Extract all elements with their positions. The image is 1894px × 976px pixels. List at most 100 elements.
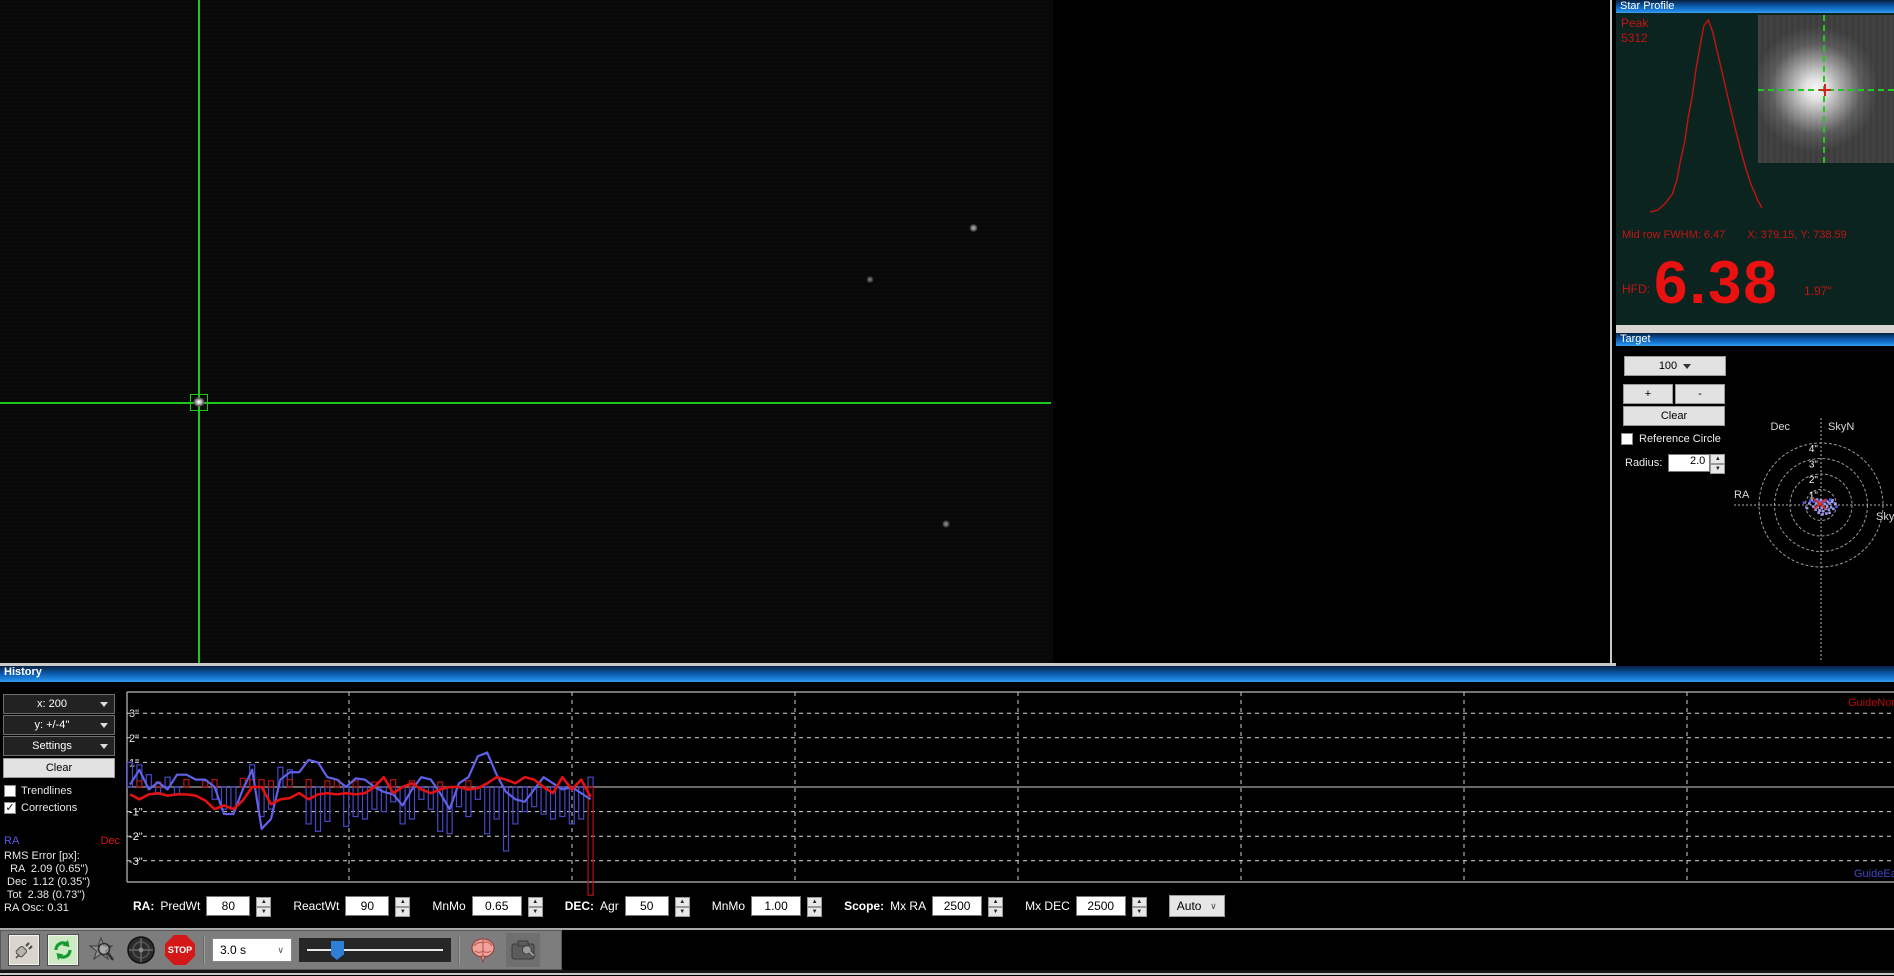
- mxdec-spinner[interactable]: ▲ ▼: [1131, 897, 1147, 917]
- camera-settings-button[interactable]: [506, 933, 540, 967]
- star-selection-box[interactable]: [190, 394, 208, 411]
- history-settings-label: Settings: [32, 740, 72, 752]
- reactwt-spinner[interactable]: ▲ ▼: [395, 897, 411, 917]
- target-panel: Target 100 + - Clear Reference Circle Ra…: [1616, 333, 1894, 663]
- mxdec-input[interactable]: 2500: [1075, 896, 1126, 916]
- chevron-down-icon: ∨: [1210, 900, 1217, 911]
- panel-gap-strip: [1616, 325, 1894, 333]
- predwt-spinner[interactable]: ▲ ▼: [256, 897, 272, 917]
- chevron-down-icon: [100, 743, 108, 749]
- target-caption[interactable]: Target: [1616, 333, 1894, 346]
- slider-track: [307, 949, 443, 951]
- predwt-input[interactable]: 80: [206, 896, 251, 916]
- svg-text:GuideEast: GuideEast: [1854, 868, 1894, 880]
- zoom-out-button[interactable]: -: [1675, 384, 1725, 404]
- svg-text:-2": -2": [129, 831, 143, 843]
- brain-icon: [471, 938, 495, 964]
- camera-image[interactable]: [0, 0, 1053, 663]
- agr-spinner[interactable]: ▲ ▼: [674, 897, 690, 917]
- peak-label: Peak: [1621, 16, 1649, 30]
- target-clear-button[interactable]: Clear: [1623, 406, 1725, 426]
- dec-guide-mode-dropdown[interactable]: Auto ∨: [1168, 895, 1225, 917]
- hfd-label: HFD:: [1622, 282, 1650, 296]
- connect-equipment-button[interactable]: [8, 934, 40, 966]
- slider-handle[interactable]: [331, 941, 344, 960]
- scope-group-label: Scope:: [844, 899, 885, 913]
- reference-circle-row: Reference Circle: [1621, 433, 1721, 445]
- history-clear-button[interactable]: Clear: [3, 758, 115, 778]
- guide-camera-view[interactable]: [0, 0, 1610, 663]
- radius-label: Radius:: [1625, 457, 1663, 469]
- svg-text:3": 3": [1809, 460, 1819, 471]
- dec-group-label: DEC:: [564, 899, 595, 913]
- zoom-in-button[interactable]: +: [1623, 384, 1673, 404]
- stop-button[interactable]: STOP: [164, 934, 196, 966]
- auto-select-star-button[interactable]: [86, 934, 118, 966]
- mnmo-dec-label: MnMo: [711, 899, 746, 913]
- trendlines-row: Trendlines: [4, 785, 72, 797]
- svg-text:1": 1": [129, 757, 139, 769]
- fwhm-readout-row: Mid row FWHM: 6.47 X: 379.15, Y: 738.59: [1622, 229, 1890, 241]
- svg-text:2": 2": [129, 733, 139, 745]
- reference-circle-checkbox[interactable]: [1621, 433, 1633, 445]
- svg-text:2": 2": [1809, 475, 1819, 486]
- begin-guiding-button[interactable]: [125, 934, 157, 966]
- stretch-gamma-slider[interactable]: [299, 938, 451, 962]
- history-caption[interactable]: History: [0, 666, 1894, 682]
- radius-input[interactable]: 2.0: [1668, 454, 1711, 472]
- history-settings-dropdown[interactable]: Settings: [3, 736, 115, 756]
- crosshair-horizontal-line: [0, 402, 1051, 404]
- svg-text:-1": -1": [129, 807, 143, 819]
- rms-header: RMS Error [px]:: [4, 850, 80, 862]
- toolbar-separator: [458, 935, 460, 965]
- guide-history-chart: 3" 2" 1" -1" -2" -3" GuideNorth GuideEast: [126, 691, 1894, 896]
- mnmo-dec-spinner[interactable]: ▲ ▼: [807, 897, 823, 917]
- corrections-checkbox[interactable]: ✓: [4, 802, 16, 814]
- exposure-value: 3.0 s: [220, 943, 247, 957]
- star-profile-panel: Star Profile Peak 5312 Mid row FWHM: 6.4…: [1616, 0, 1894, 325]
- history-xscale-dropdown[interactable]: x: 200: [3, 694, 115, 714]
- corrections-row: ✓ Corrections: [4, 802, 77, 814]
- advanced-settings-button[interactable]: [467, 934, 499, 966]
- history-xscale-value: x: 200: [37, 698, 67, 710]
- mxdec-label: Mx DEC: [1025, 899, 1070, 913]
- hfd-arcsec-value: 1.97": [1804, 284, 1832, 298]
- mnmo-ra-spinner[interactable]: ▲ ▼: [527, 897, 543, 917]
- svg-text:Dec: Dec: [1770, 421, 1790, 433]
- reactwt-input[interactable]: 90: [345, 896, 390, 916]
- agr-input[interactable]: 50: [624, 896, 669, 916]
- loop-exposures-button[interactable]: [47, 934, 79, 966]
- centroid-marker-icon: [1819, 89, 1831, 91]
- mnmo-ra-input[interactable]: 0.65: [471, 896, 522, 916]
- target-zoom-dropdown[interactable]: 100: [1624, 356, 1726, 376]
- camera-wrench-icon: [511, 940, 536, 960]
- chevron-down-icon: [99, 722, 108, 728]
- rms-tot-value: Tot 2.38 (0.73''): [4, 889, 86, 901]
- mxra-label: Mx RA: [890, 899, 927, 913]
- radius-spinner[interactable]: ▲ ▼: [1710, 454, 1726, 474]
- exposure-duration-dropdown[interactable]: 3.0 s ∨: [212, 938, 292, 962]
- ra-osc-value: RA Osc: 0.31: [4, 902, 69, 914]
- toolbar-separator: [203, 935, 205, 965]
- field-star: [866, 276, 874, 283]
- star-magnifier-icon: [88, 936, 114, 961]
- guide-parameter-bar: RA: PredWt 80 ▲ ▼ ReactWt 90 ▲ ▼ MnMo 0.65…: [125, 884, 1894, 928]
- trendlines-label: Trendlines: [21, 785, 72, 797]
- reference-circle-label: Reference Circle: [1639, 433, 1721, 445]
- hfd-value: 6.38: [1654, 249, 1779, 316]
- trendlines-checkbox[interactable]: [4, 785, 16, 797]
- mxra-spinner[interactable]: ▲ ▼: [988, 897, 1004, 917]
- peak-value: 5312: [1621, 31, 1648, 45]
- agr-label: Agr: [600, 899, 619, 913]
- predwt-label: PredWt: [160, 899, 201, 913]
- mxra-input[interactable]: 2500: [932, 896, 983, 916]
- svg-text:RA: RA: [1734, 489, 1750, 501]
- star-profile-curve-chart: [1650, 18, 1762, 213]
- mnmo-dec-input[interactable]: 1.00: [751, 896, 802, 916]
- rms-dec-value: Dec 1.12 (0.35''): [4, 876, 91, 888]
- window-bottom-edge: [0, 973, 1894, 975]
- chevron-down-icon: [100, 701, 108, 707]
- svg-text:SkyN: SkyN: [1828, 421, 1854, 433]
- history-yscale-dropdown[interactable]: y: +/-4'': [3, 715, 115, 735]
- star-profile-caption[interactable]: Star Profile: [1616, 0, 1894, 13]
